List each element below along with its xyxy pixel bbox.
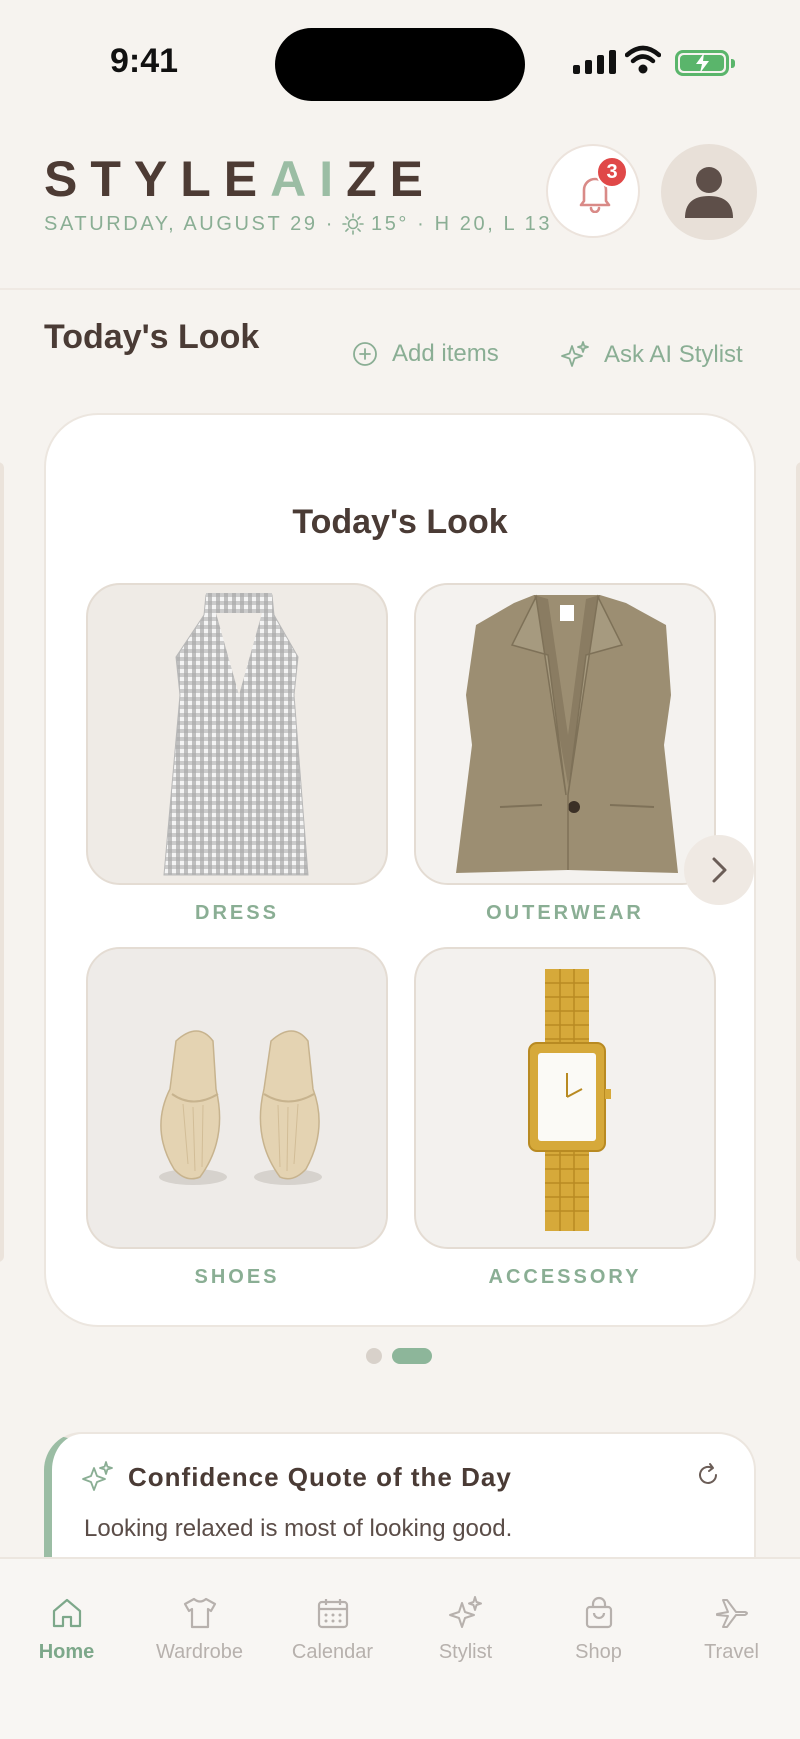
dress-item[interactable]: [86, 583, 388, 885]
add-items-button[interactable]: Add items: [352, 340, 499, 368]
refresh-icon[interactable]: [695, 1462, 721, 1488]
shoes-label: SHOES: [194, 1266, 280, 1288]
header-divider: [0, 288, 800, 290]
next-card-edge: [796, 462, 800, 1262]
date-text: SATURDAY, AUGUST 29 ·: [44, 212, 335, 235]
ask-ai-stylist-button[interactable]: Ask AI Stylist: [560, 340, 743, 370]
signal-icon: [573, 50, 616, 74]
card-title: Today's Look: [292, 503, 508, 541]
chevron-right-icon: [712, 857, 727, 883]
tab-calendar[interactable]: Calendar: [266, 1595, 399, 1664]
quote-title: Confidence Quote of the Day: [128, 1462, 512, 1492]
weather-text: 15° · H 20, L 13: [370, 212, 553, 235]
section-title: Today's Look: [44, 318, 260, 356]
status-bar: 9:41: [0, 0, 800, 130]
avatar[interactable]: [661, 144, 757, 240]
outerwear-item[interactable]: [414, 583, 716, 885]
tab-travel[interactable]: Travel: [665, 1595, 798, 1664]
prev-card-edge: [0, 462, 4, 1262]
tab-stylist[interactable]: Stylist: [399, 1595, 532, 1664]
calendar-icon: [317, 1599, 348, 1629]
tab-home[interactable]: Home: [0, 1595, 133, 1664]
page-dot-active[interactable]: [392, 1348, 432, 1364]
battery-icon: [675, 50, 735, 76]
status-time: 9:41: [110, 42, 179, 80]
tab-wardrobe[interactable]: Wardrobe: [133, 1595, 266, 1664]
page-dot[interactable]: [366, 1348, 382, 1364]
sparkle-icon: [82, 1461, 113, 1491]
vest-image: [416, 585, 714, 883]
notification-badge: 3: [596, 156, 628, 188]
sparkle-icon: [561, 341, 589, 367]
user-icon: [685, 167, 733, 218]
quote-text: Looking relaxed is most of looking good.: [84, 1515, 513, 1542]
outerwear-label: OUTERWEAR: [486, 902, 644, 924]
bottom-tab-bar: Home Wardrobe Calendar Stylist Shop Trav…: [0, 1557, 800, 1739]
dress-image: [163, 593, 309, 876]
plus-circle-icon: [353, 342, 377, 366]
dynamic-island: [275, 28, 525, 101]
dress-label: DRESS: [195, 902, 279, 924]
notifications-button[interactable]: [546, 144, 640, 238]
next-look-button[interactable]: [684, 835, 754, 905]
shoes-image: [88, 949, 386, 1247]
accessory-label: ACCESSORY: [488, 1266, 642, 1288]
date-weather-line: SATURDAY, AUGUST 29 · 15° · H 20, L 13: [44, 212, 552, 236]
sun-icon: [342, 213, 364, 235]
accessory-item[interactable]: [414, 947, 716, 1249]
sparkle-icon: [448, 1596, 482, 1628]
tab-shop[interactable]: Shop: [532, 1595, 665, 1664]
shirt-icon: [183, 1597, 216, 1629]
wifi-icon: [625, 45, 661, 74]
shoes-item[interactable]: [86, 947, 388, 1249]
todays-look-card: Today's Look DRESS OUTERWEAR SHOES ACCES…: [44, 413, 756, 1327]
brand-logo: STYLEAIZE: [44, 151, 437, 207]
page-indicator: [366, 1348, 432, 1364]
home-icon: [52, 1598, 81, 1628]
watch-image: [528, 969, 611, 1231]
bag-icon: [585, 1596, 612, 1629]
plane-icon: [715, 1599, 748, 1628]
